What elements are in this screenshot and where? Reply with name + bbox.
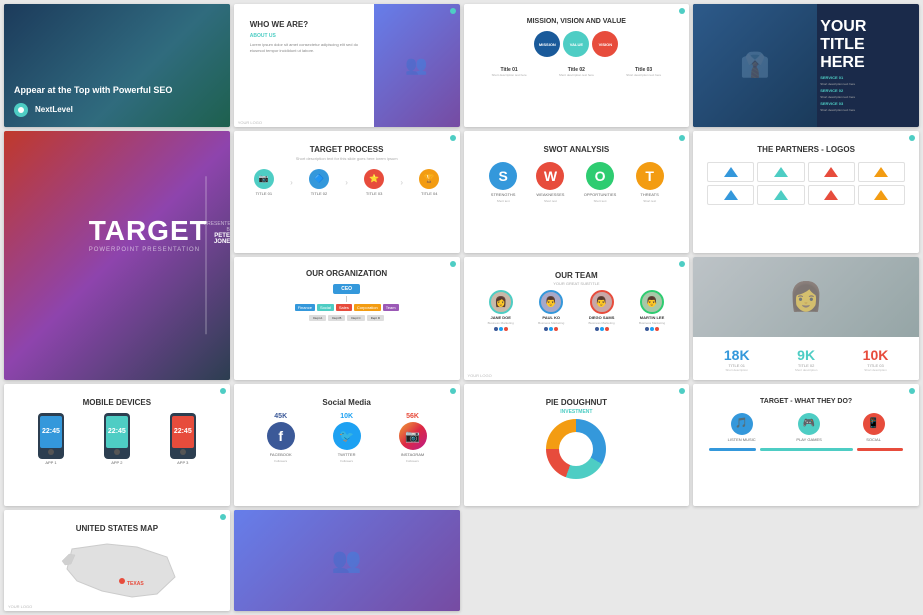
title-text: YOUR TITLE HERE: [820, 18, 915, 71]
teal-indicator: [909, 388, 915, 394]
slide-title: TARGET - WHAT THEY DO?: [701, 392, 911, 409]
logo-watermark: YOUR LOGO: [468, 373, 492, 378]
donut-chart: [546, 419, 606, 479]
logo-box-6: [757, 185, 804, 205]
slide-nextlevel[interactable]: Appear at the Top with Powerful SEO Next…: [4, 4, 230, 127]
teal-indicator: [450, 135, 456, 141]
slide-mobile[interactable]: MOBILE DEVICES 22:45 APP 1 22:45 APP 2 2…: [4, 384, 230, 507]
phone-1: 22:45 APP 1: [38, 413, 64, 465]
headline: Appear at the Top with Powerful SEO: [14, 84, 220, 97]
slide-subtitle: YOUR GREAT SUBTITLE: [472, 281, 682, 286]
about-label: ABOUT US: [250, 33, 364, 39]
slide-title: TARGET PROCESS: [242, 139, 452, 156]
teal-indicator: [679, 135, 685, 141]
ceo-box: CEO: [333, 284, 360, 294]
activity-music: 🎵 LISTEN MUSIC: [728, 413, 756, 442]
slide-grid: Appear at the Top with Powerful SEO Next…: [0, 0, 923, 615]
slide-title: Social Media: [242, 392, 452, 411]
slide-photo[interactable]: 👥: [234, 510, 460, 611]
logo-box-7: [808, 185, 855, 205]
logo-watermark: YOUR LOGO: [238, 120, 262, 125]
o-letter: O: [586, 162, 614, 190]
svg-text:TEXAS: TEXAS: [127, 581, 144, 587]
target-subtitle: POWERPOINT PRESENTATION: [89, 247, 208, 253]
logo-box-8: [858, 185, 905, 205]
facebook-stat: 45K f FACEBOOK Followers: [267, 413, 295, 463]
phone-3: 22:45 APP 3: [170, 413, 196, 465]
teal-indicator: [450, 388, 456, 394]
slide-title: OUR ORGANIZATION: [240, 263, 454, 282]
teal-indicator: [679, 8, 685, 14]
teal-indicator: [679, 388, 685, 394]
slide-title: UNITED STATES MAP: [12, 518, 222, 535]
mission-circle: MISSION: [534, 31, 560, 57]
slide-mission[interactable]: MISSION, VISION AND VALUE MISSION VALUE …: [464, 4, 690, 127]
slide-our-team[interactable]: OUR TEAM YOUR GREAT SUBTITLE 👩 JANE DOE …: [464, 257, 690, 380]
slide-your-title[interactable]: 👔 YOUR TITLE HERE SERVICE 01 Short descr…: [693, 4, 919, 127]
slide-pie[interactable]: PIE DOUGHNUT INVESTMENT: [464, 384, 690, 507]
logo-box-4: [858, 162, 905, 182]
brand-name: NextLevel: [35, 105, 73, 114]
slide-title: THE PARTNERS - LOGOS: [701, 139, 911, 158]
activity-games: 🎮 PLAY GAMES: [796, 413, 821, 442]
logo-box-1: [707, 162, 754, 182]
slide-stats[interactable]: 👩 18K TITLE 01 Short description 9K TITL…: [693, 257, 919, 380]
target-title: TARGET: [89, 215, 208, 247]
value-circle: VALUE: [563, 31, 589, 57]
twitter-stat: 10K 🐦 TWITTER Followers: [333, 413, 361, 463]
teal-indicator: [220, 388, 226, 394]
team-member-1: 👩 JANE DOE Business Marketing: [488, 290, 514, 331]
slide-title: SWOT ANALYSIS: [472, 139, 682, 158]
logo-box-3: [808, 162, 855, 182]
t-letter: T: [636, 162, 664, 190]
slide-who-we-are[interactable]: 👥 WHO WE ARE? ABOUT US Lorem ipsum dolor…: [234, 4, 460, 127]
teal-indicator: [220, 514, 226, 520]
teal-indicator: [450, 8, 456, 14]
w-letter: W: [536, 162, 564, 190]
team-member-4: 👨 MARTIN LEE Business Marketing: [639, 290, 665, 331]
slide-title: OUR TEAM: [472, 265, 682, 281]
stats-section: 18K TITLE 01 Short description 9K TITLE …: [693, 339, 919, 380]
phone-2: 22:45 APP 2: [104, 413, 130, 465]
slide-target-main[interactable]: PRESENTED BY: PETER JONES TARGET POWERPO…: [4, 131, 230, 380]
vision-circle: VISION: [592, 31, 618, 57]
teal-indicator: [450, 261, 456, 267]
slide-org[interactable]: OUR ORGANIZATION CEO Finance Social Sale…: [234, 257, 460, 380]
team-member-3: 👨 DIEGO SAMS Business Marketing: [589, 290, 615, 331]
teal-indicator: [909, 135, 915, 141]
slide-swot[interactable]: SWOT ANALYSIS S STRENGTHS Short text W W…: [464, 131, 690, 254]
slide-title: WHO WE ARE?: [250, 20, 364, 29]
slide-target-what[interactable]: TARGET - WHAT THEY DO? 🎵 LISTEN MUSIC 🎮 …: [693, 384, 919, 507]
slide-title: PIE DOUGHNUT: [472, 392, 682, 409]
s-letter: S: [489, 162, 517, 190]
slide-title: MOBILE DEVICES: [12, 392, 222, 409]
logo-box-2: [757, 162, 804, 182]
slide-social[interactable]: Social Media 45K f FACEBOOK Followers 10…: [234, 384, 460, 507]
person-photo: 👩: [693, 257, 919, 337]
slide-target-process[interactable]: TARGET PROCESS Short description text fo…: [234, 131, 460, 254]
activity-extra: 📱 SOCIAL: [863, 413, 885, 442]
slide-partners[interactable]: THE PARTNERS - LOGOS: [693, 131, 919, 254]
logo-watermark: YOUR LOGO: [8, 604, 32, 609]
teal-indicator: [679, 261, 685, 267]
slide-title: MISSION, VISION AND VALUE: [472, 12, 682, 27]
us-map-svg: TEXAS: [57, 539, 177, 599]
team-member-2: 👨 PAUL KO Business Marketing: [538, 290, 564, 331]
slide-us-map[interactable]: UNITED STATES MAP TEXAS YOUR LOGO: [4, 510, 230, 611]
instagram-stat: 56K 📷 INSTAGRAM Followers: [399, 413, 427, 463]
logo-box-5: [707, 185, 754, 205]
